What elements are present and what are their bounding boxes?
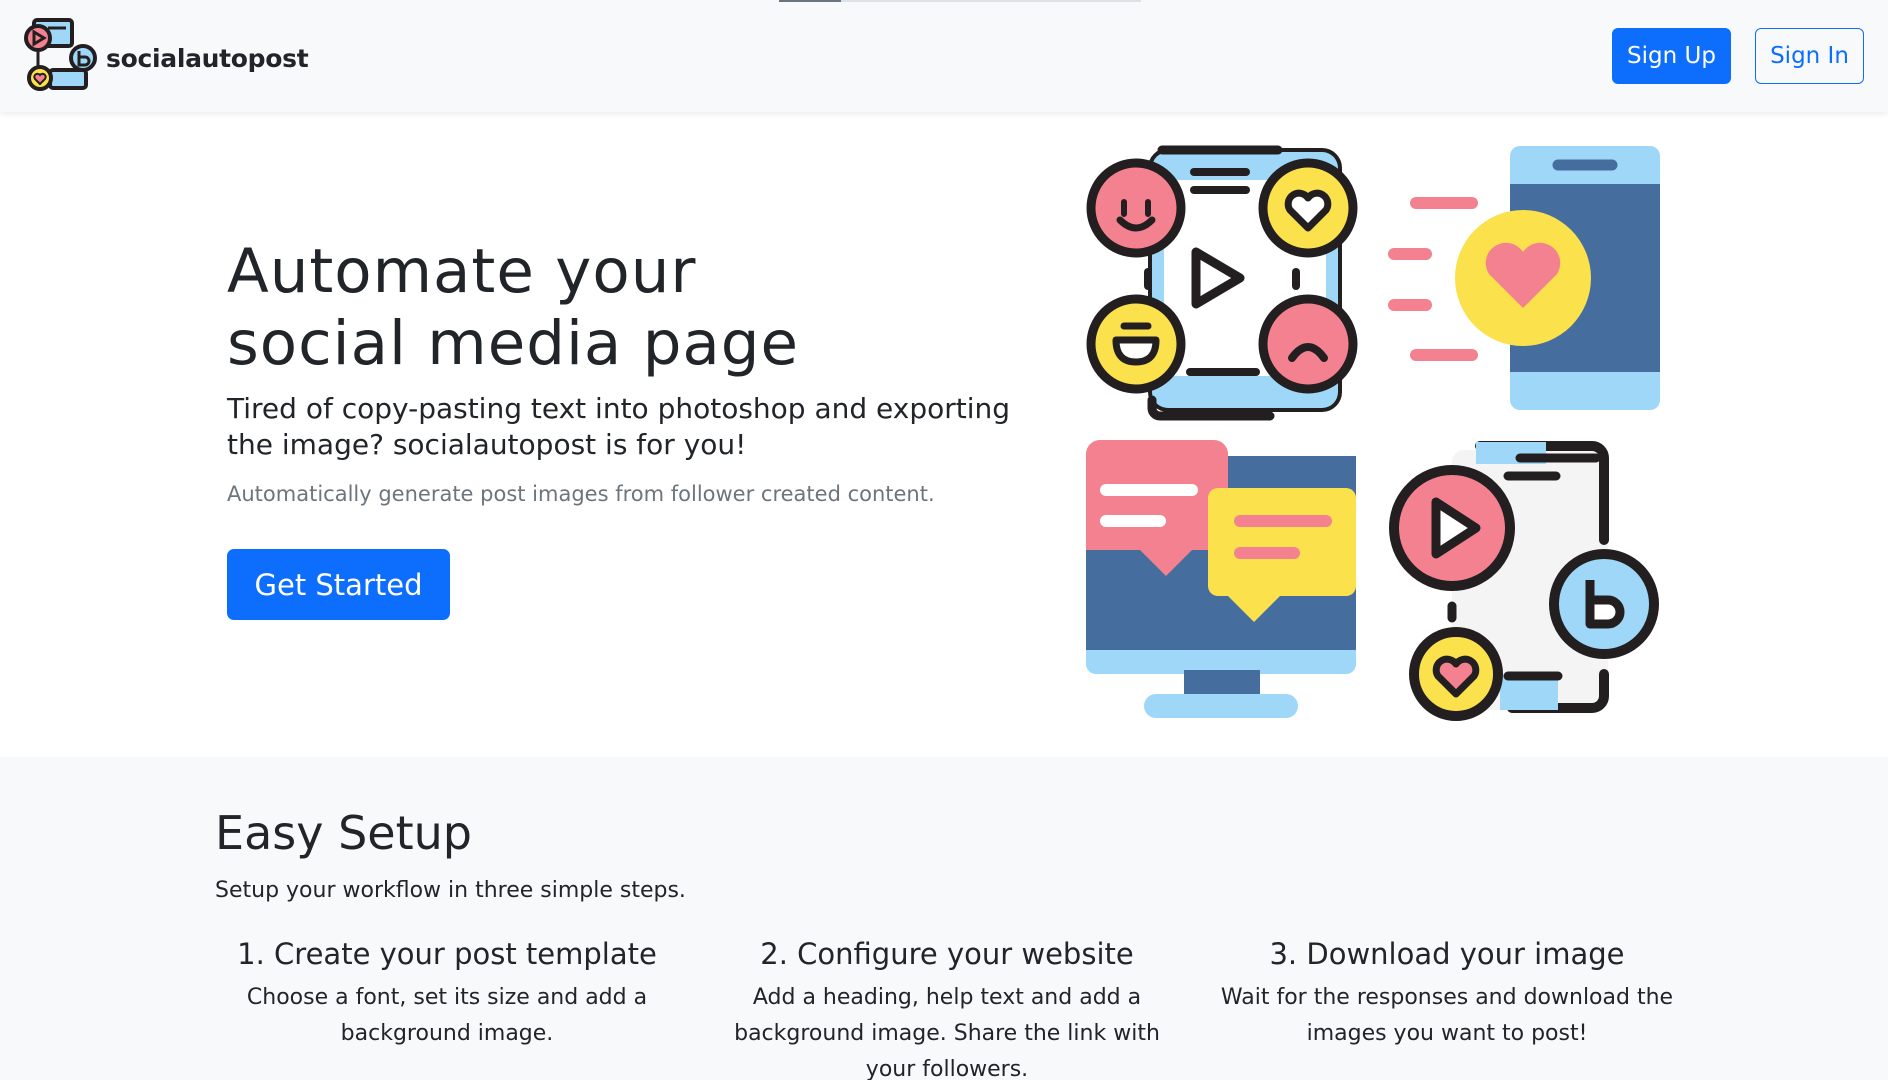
heart-phone-illustration <box>1388 146 1660 410</box>
setup-subtitle: Setup your workflow in three simple step… <box>215 878 686 903</box>
chat-monitor-illustration <box>1086 440 1356 718</box>
step-1-title: 1. Create your post template <box>237 937 657 971</box>
sign-in-button[interactable]: Sign In <box>1755 28 1864 84</box>
hero-title: Automate your social media page <box>227 236 1027 380</box>
step-2-title: 2. Configure your website <box>760 937 1134 971</box>
hero-title-line-2: social media page <box>227 308 800 379</box>
get-started-button[interactable]: Get Started <box>227 549 450 620</box>
step-2-text: Add a heading, help text and add a backg… <box>734 985 1160 1080</box>
sign-up-button[interactable]: Sign Up <box>1612 28 1731 84</box>
setup-step-2: 2. Configure your website Add a heading,… <box>712 934 1182 1080</box>
brand-name: socialautopost <box>106 43 309 73</box>
social-media-icons-illustration <box>1080 140 1680 730</box>
emoji-phone-illustration <box>1086 145 1358 421</box>
brand-link[interactable]: socialautopost <box>24 18 309 98</box>
hero-lead-text: Tired of copy-pasting text into photosho… <box>227 392 1011 461</box>
page-loading-progress <box>779 0 1141 2</box>
setup-step-3: 3. Download your image Wait for the resp… <box>1212 934 1682 1052</box>
setup-step-1: 1. Create your post template Choose a fo… <box>212 934 682 1052</box>
hero-title-line-1: Automate your <box>227 236 697 307</box>
page-loading-progress-fill <box>779 0 841 2</box>
top-navbar: socialautopost Sign Up Sign In <box>0 0 1888 112</box>
social-phone-illustration <box>1389 441 1659 721</box>
setup-title: Easy Setup <box>215 806 472 860</box>
social-network-logo-icon <box>24 18 98 98</box>
step-3-title: 3. Download your image <box>1269 937 1625 971</box>
step-3-text: Wait for the responses and download the … <box>1220 985 1674 1046</box>
hero-subtext: Automatically generate post images from … <box>227 482 935 506</box>
step-1-text: Choose a font, set its size and add a ba… <box>246 985 648 1046</box>
